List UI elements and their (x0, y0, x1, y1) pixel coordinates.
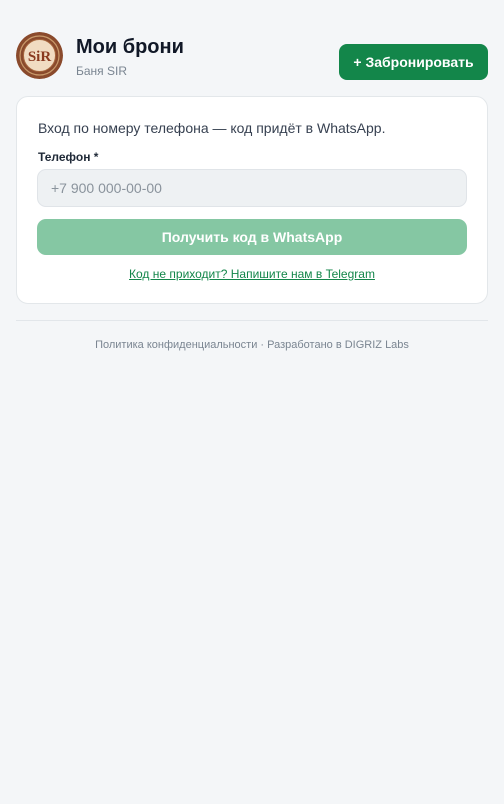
get-whatsapp-code-button[interactable]: Получить код в WhatsApp (37, 219, 467, 255)
footer-divider (16, 320, 488, 321)
footer-text: Политика конфиденциальности · Разработан… (95, 339, 409, 351)
phone-label: Телефон * (38, 150, 99, 164)
svg-text:SiR: SiR (28, 49, 52, 65)
sir-logo-icon: SiR (16, 32, 63, 79)
phone-input[interactable] (37, 169, 467, 207)
login-intro-text: Вход по номеру телефона — код придёт в W… (38, 120, 386, 136)
page-title: Мои брони (76, 36, 184, 58)
telegram-help-row: Код не приходит? Напишите нам в Telegram (17, 267, 487, 281)
book-button[interactable]: + Забронировать (339, 44, 488, 80)
page-header: SiR Мои брони Баня SIR + Забронировать (16, 32, 488, 80)
login-card: Вход по номеру телефона — код придёт в W… (16, 96, 488, 304)
telegram-help-link[interactable]: Код не приходит? Напишите нам в Telegram (129, 267, 375, 281)
page-subtitle: Баня SIR (76, 64, 128, 78)
